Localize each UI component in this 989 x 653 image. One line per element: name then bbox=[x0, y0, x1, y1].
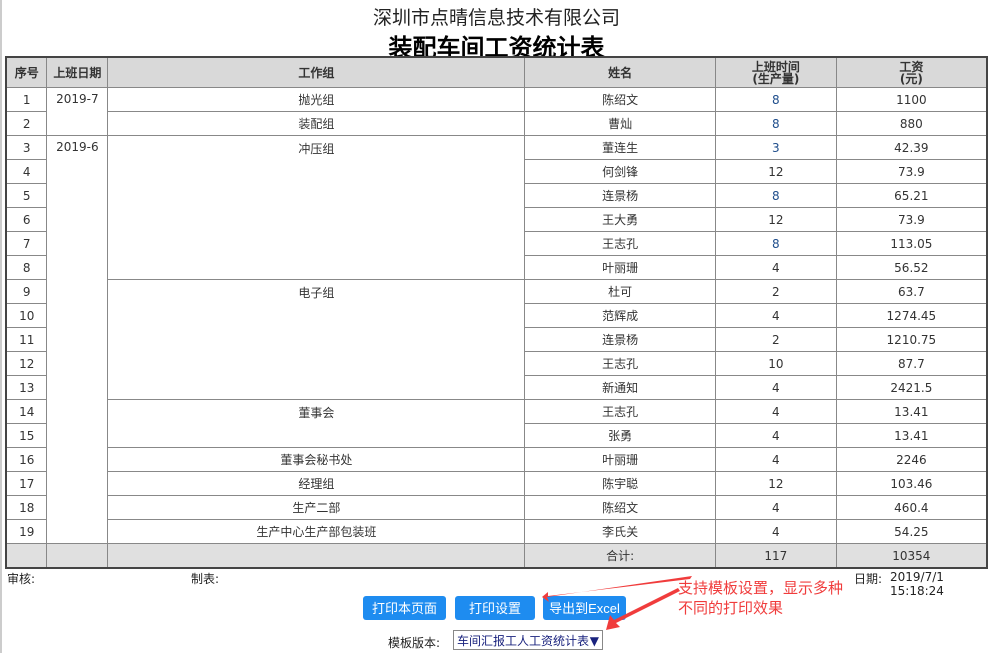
arrow-icon bbox=[542, 576, 692, 602]
annotation-arrows bbox=[542, 576, 692, 630]
arrow-icon bbox=[606, 588, 680, 630]
